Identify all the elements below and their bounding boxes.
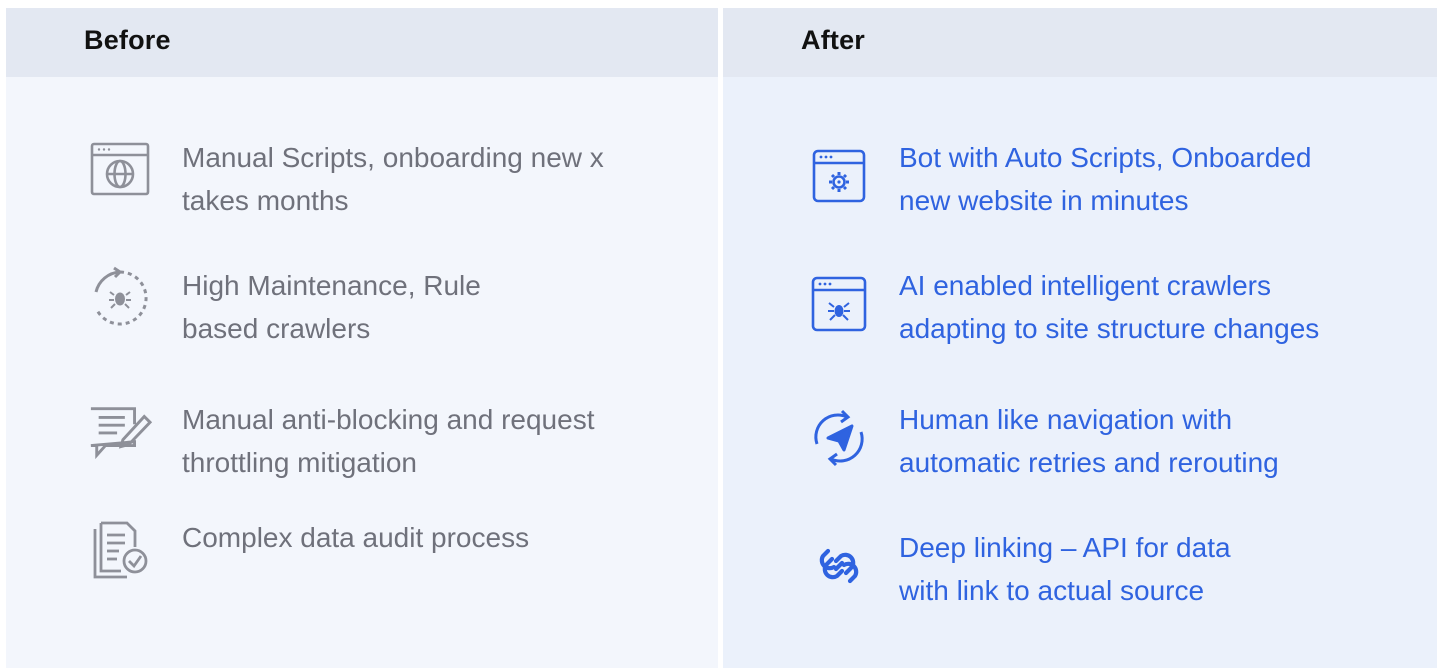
after-item-text: AI enabled intelligent crawlers adapting… bbox=[899, 270, 1320, 344]
before-panel: Before Manual Scripts, onboarding new x … bbox=[6, 8, 718, 668]
navigation-arrows-icon bbox=[807, 406, 871, 470]
bug-refresh-icon bbox=[88, 266, 152, 330]
after-item-text: Bot with Auto Scripts, Onboarded new web… bbox=[899, 142, 1312, 216]
before-header: Before bbox=[6, 8, 718, 77]
after-item-text: Deep linking – API for data with link to… bbox=[899, 532, 1231, 606]
before-title: Before bbox=[84, 25, 171, 55]
after-header: After bbox=[723, 8, 1437, 77]
after-title: After bbox=[801, 25, 866, 55]
after-panel: After Bot with Auto Scripts, Onboarded n… bbox=[723, 8, 1437, 668]
chain-link-icon bbox=[807, 534, 871, 598]
browser-gear-icon bbox=[807, 144, 871, 208]
form-edit-icon bbox=[88, 400, 152, 464]
before-item-text: Manual anti-blocking and request throttl… bbox=[182, 404, 595, 478]
before-item-text: Manual Scripts, onboarding new x takes m… bbox=[182, 142, 604, 216]
browser-bug-icon bbox=[807, 272, 871, 336]
before-item-text: Complex data audit process bbox=[182, 522, 530, 553]
browser-globe-icon bbox=[88, 138, 152, 202]
before-item-text: High Maintenance, Rule based crawlers bbox=[182, 270, 481, 344]
document-check-icon bbox=[88, 518, 152, 582]
after-item-text: Human like navigation with automatic ret… bbox=[899, 404, 1279, 478]
